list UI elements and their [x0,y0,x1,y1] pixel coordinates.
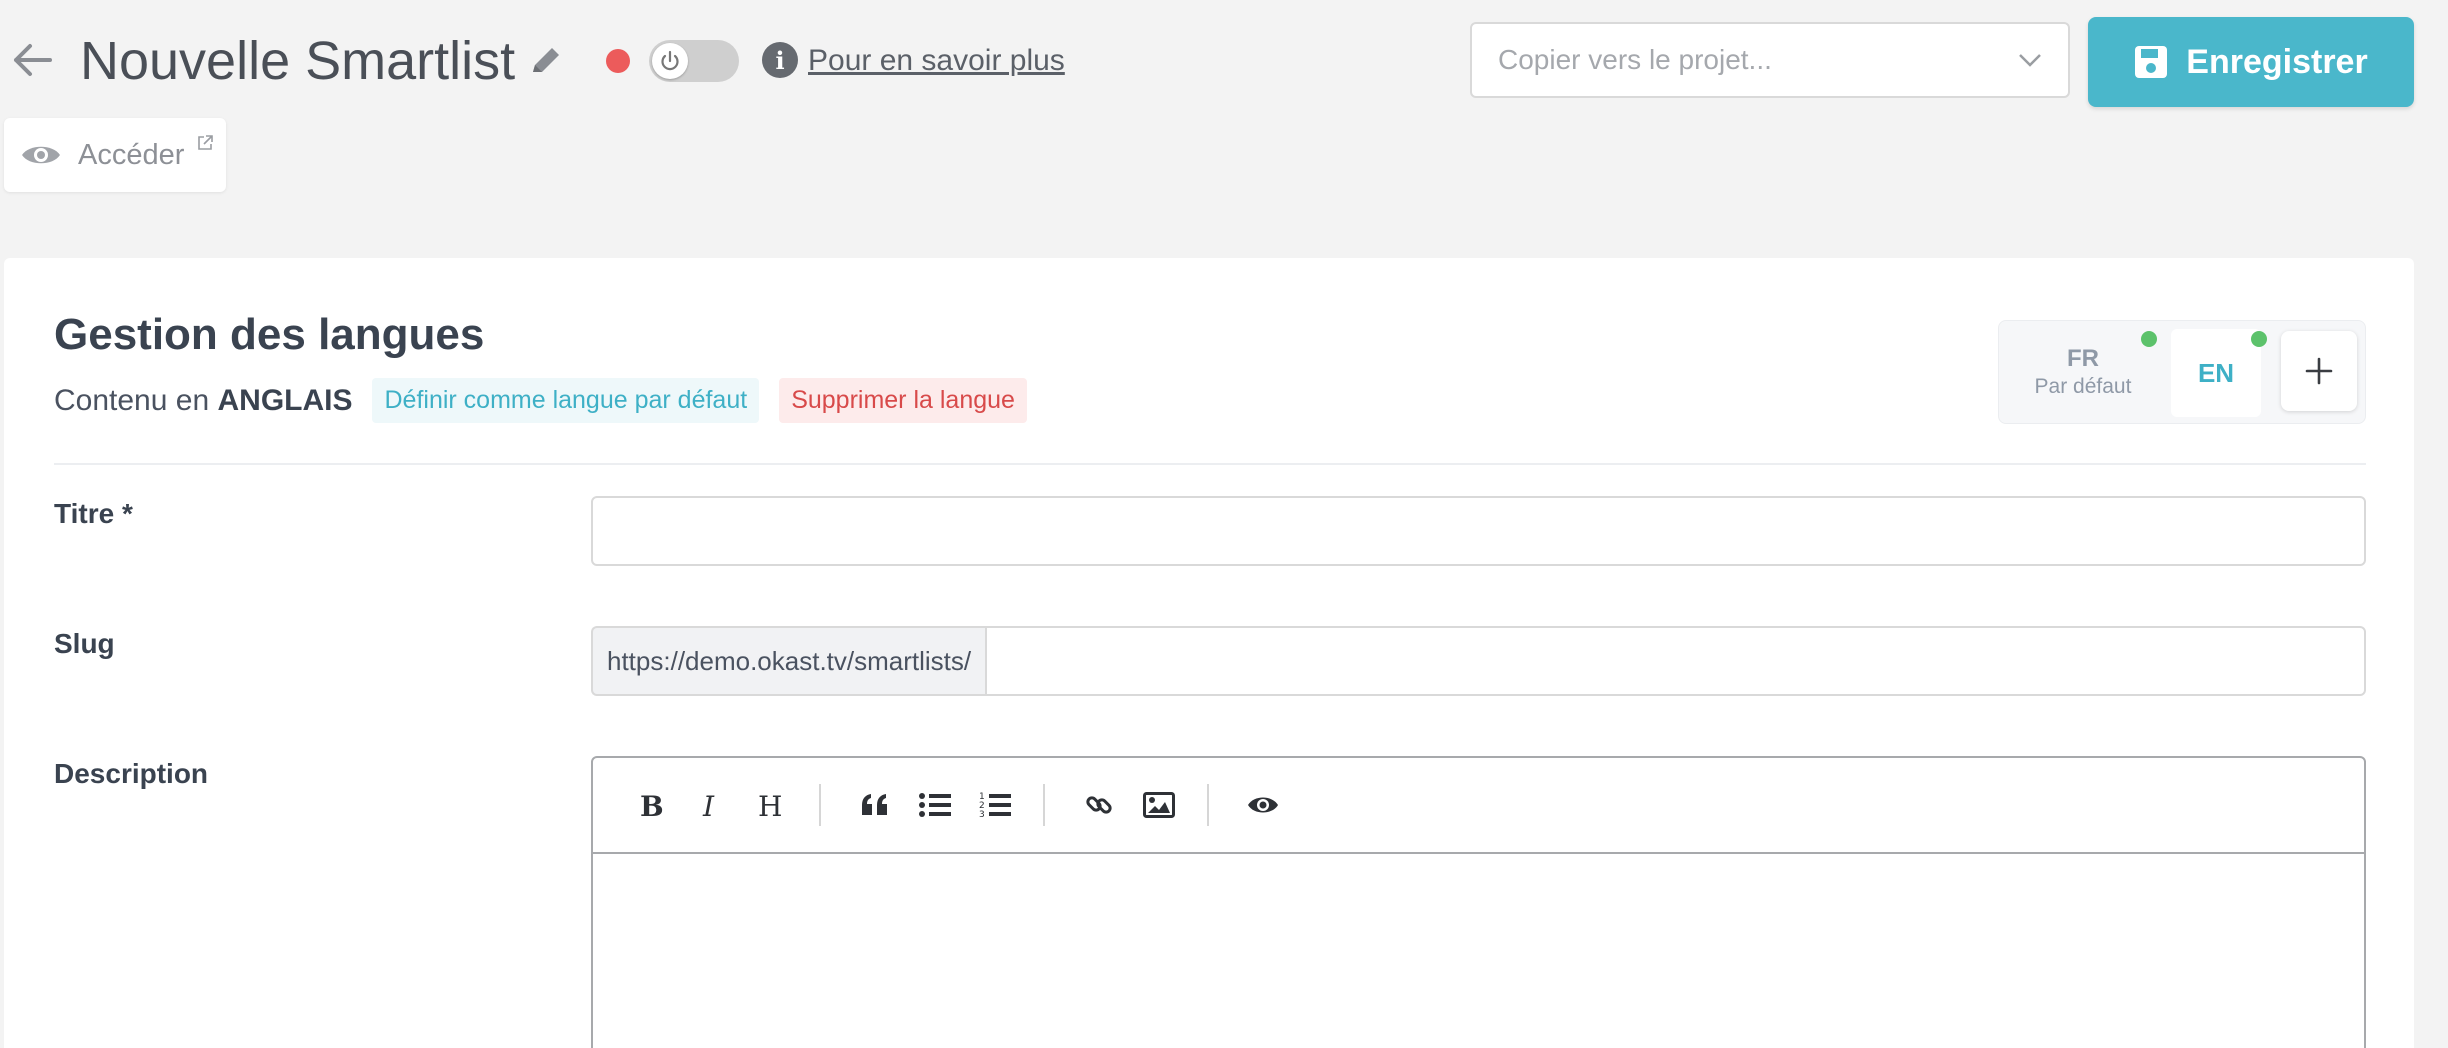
status-indicator [606,49,630,73]
language-switcher: FR Par défaut EN [1998,320,2366,424]
set-default-language-button[interactable]: Définir comme langue par défaut [372,378,760,423]
toolbar-separator [819,784,821,826]
page-title: Nouvelle Smartlist [80,31,516,91]
power-icon [652,43,688,79]
language-management-card: Gestion des langues Contenu en ANGLAIS D… [4,258,2414,1048]
toolbar-separator [1043,784,1045,826]
eye-icon [22,146,60,164]
add-language-button[interactable] [2281,331,2357,411]
svg-text:I: I [702,790,715,820]
title-label: Titre * [54,498,133,529]
language-default-label: Par défaut [2034,375,2132,398]
pencil-icon[interactable] [527,42,565,80]
svg-text:B: B [640,790,664,820]
unordered-list-icon[interactable] [905,775,965,835]
publish-toggle[interactable] [649,40,739,82]
language-tab-en[interactable]: EN [2171,329,2261,417]
current-language: ANGLAIS [217,383,353,417]
toolbar-separator [1207,784,1209,826]
link-icon[interactable] [1069,775,1129,835]
language-tab-fr[interactable]: FR Par défaut [2009,329,2157,417]
info-icon: i [762,42,798,78]
svg-text:H: H [758,790,782,820]
learn-more-link[interactable]: Pour en savoir plus [808,42,1065,80]
content-language-line: Contenu en ANGLAIS Définir comme langue … [54,378,1027,423]
back-arrow-icon[interactable] [8,34,56,86]
save-label: Enregistrer [2186,42,2368,81]
title-input[interactable] [591,496,2366,566]
plus-icon [2305,357,2333,385]
slug-prefix: https://demo.okast.tv/smartlists/ [591,626,987,696]
divider [54,463,2366,465]
image-icon[interactable] [1129,775,1189,835]
svg-text:3: 3 [979,810,985,819]
floppy-disk-icon [2135,46,2168,78]
preview-icon[interactable] [1233,775,1293,835]
description-label: Description [54,758,209,789]
slug-input[interactable] [985,626,2366,696]
language-code-fr: FR [2067,345,2099,372]
heading-icon[interactable]: H [741,775,801,835]
fr-online-dot [2141,331,2157,347]
copy-to-project-select[interactable]: Copier vers le projet... [1470,22,2070,98]
ordered-list-icon[interactable]: 123 [965,775,1025,835]
italic-icon[interactable]: I [681,775,741,835]
delete-language-button[interactable]: Supprimer la langue [779,378,1027,423]
chevron-down-icon [1992,24,2068,96]
description-editor[interactable]: B I H 123 [591,756,2366,1048]
quote-icon[interactable] [845,775,905,835]
bold-icon[interactable]: B [621,775,681,835]
access-label: Accéder [78,138,185,171]
save-button[interactable]: Enregistrer [2088,17,2414,107]
editor-toolbar: B I H 123 [593,758,2364,854]
en-online-dot [2251,331,2267,347]
content-language-text: Contenu en ANGLAIS [54,383,353,417]
section-title: Gestion des langues [54,310,485,359]
external-link-icon [198,135,213,150]
slug-label: Slug [54,628,115,659]
access-button[interactable]: Accéder [4,118,226,192]
copy-to-project-placeholder: Copier vers le projet... [1498,44,1772,75]
